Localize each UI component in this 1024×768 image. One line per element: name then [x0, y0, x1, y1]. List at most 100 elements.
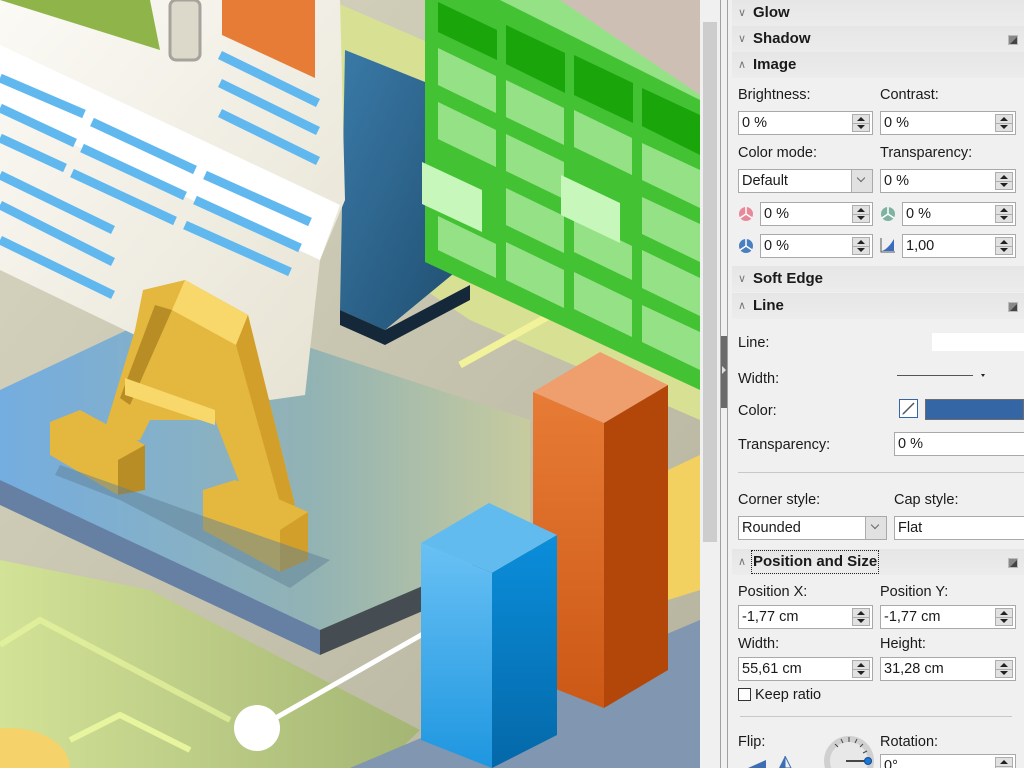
- rotation-spinbox[interactable]: 0°: [880, 754, 1016, 768]
- collapse-sidebar-handle[interactable]: [721, 336, 727, 408]
- blue-spinbox[interactable]: 0 %: [760, 234, 873, 258]
- spin-up-icon[interactable]: [1000, 175, 1008, 179]
- spin-up-icon[interactable]: [857, 663, 865, 667]
- chevron-down-icon: ∨: [738, 266, 746, 292]
- document-canvas[interactable]: [0, 0, 700, 768]
- position-y-spinbox[interactable]: -1,77 cm: [880, 605, 1016, 629]
- brightness-spinbox[interactable]: 0 %: [738, 111, 873, 135]
- color-mode-label: Color mode:: [738, 145, 817, 161]
- rotation-dial[interactable]: [824, 735, 874, 768]
- spin-buttons[interactable]: [995, 172, 1013, 190]
- illustration-image[interactable]: [0, 0, 700, 768]
- flip-vertical-icon[interactable]: [748, 758, 768, 768]
- chevron-down-icon: ∨: [738, 0, 746, 26]
- spin-up-icon[interactable]: [1000, 240, 1008, 244]
- more-options-icon[interactable]: [1008, 35, 1018, 45]
- keep-ratio-label[interactable]: Keep ratio: [755, 687, 821, 703]
- contrast-spinbox[interactable]: 0 %: [880, 111, 1016, 135]
- section-header-shadow[interactable]: ∨ Shadow: [732, 26, 1024, 52]
- line-style-label: Line:: [738, 335, 769, 351]
- spin-up-icon[interactable]: [857, 611, 865, 615]
- spin-buttons[interactable]: [852, 205, 870, 223]
- cap-style-dropdown[interactable]: Flat: [894, 516, 1024, 540]
- spin-up-icon[interactable]: [857, 208, 865, 212]
- spin-down-icon[interactable]: [1000, 619, 1008, 623]
- section-title: Image: [753, 52, 796, 78]
- spin-up-icon[interactable]: [1000, 663, 1008, 667]
- chevron-up-icon: ∧: [738, 52, 746, 78]
- line-color-swatch[interactable]: [925, 399, 1024, 420]
- corner-style-dropdown[interactable]: Rounded: [738, 516, 887, 540]
- spin-buttons[interactable]: [995, 757, 1013, 768]
- canvas-vertical-scrollbar[interactable]: [700, 0, 720, 768]
- rotation-value: 0°: [884, 758, 898, 768]
- gamma-spinbox[interactable]: 1,00: [902, 234, 1016, 258]
- spin-buttons[interactable]: [852, 660, 870, 678]
- spin-down-icon[interactable]: [1000, 671, 1008, 675]
- section-header-image[interactable]: ∧ Image: [732, 52, 1024, 78]
- scrollbar-thumb[interactable]: [703, 22, 717, 542]
- red-spinbox[interactable]: 0 %: [760, 202, 873, 226]
- spin-down-icon[interactable]: [1000, 183, 1008, 187]
- spin-buttons[interactable]: [995, 205, 1013, 223]
- spin-down-icon[interactable]: [857, 619, 865, 623]
- spin-up-icon[interactable]: [1000, 611, 1008, 615]
- section-header-position-size[interactable]: ∧ Position and Size: [732, 549, 1024, 575]
- keep-ratio-checkbox[interactable]: [738, 688, 751, 701]
- dropdown-button[interactable]: [851, 170, 872, 192]
- spin-up-icon[interactable]: [857, 240, 865, 244]
- spin-buttons[interactable]: [852, 114, 870, 132]
- contrast-value: 0 %: [884, 115, 909, 131]
- color-mode-dropdown[interactable]: Default: [738, 169, 873, 193]
- spin-up-icon[interactable]: [1000, 760, 1008, 764]
- spin-buttons[interactable]: [852, 608, 870, 626]
- spin-up-icon[interactable]: [1000, 208, 1008, 212]
- dropdown-button[interactable]: [865, 517, 886, 539]
- spin-up-icon[interactable]: [1000, 117, 1008, 121]
- section-header-glow[interactable]: ∨ Glow: [732, 0, 1024, 26]
- spin-down-icon[interactable]: [857, 125, 865, 129]
- spin-buttons[interactable]: [995, 114, 1013, 132]
- spin-buttons[interactable]: [852, 237, 870, 255]
- spin-down-icon[interactable]: [857, 248, 865, 252]
- rotation-label: Rotation:: [880, 734, 938, 750]
- spin-down-icon[interactable]: [857, 671, 865, 675]
- line-width-dropdown[interactable]: [897, 365, 987, 383]
- red-value: 0 %: [764, 206, 789, 222]
- red-channel-icon: [738, 206, 754, 222]
- spin-buttons[interactable]: [995, 660, 1013, 678]
- section-header-soft-edge[interactable]: ∨ Soft Edge: [732, 266, 1024, 292]
- image-transparency-value: 0 %: [884, 173, 909, 189]
- line-color-picker-button[interactable]: [899, 399, 918, 418]
- line-style-dropdown[interactable]: [932, 333, 1024, 351]
- position-x-spinbox[interactable]: -1,77 cm: [738, 605, 873, 629]
- spin-down-icon[interactable]: [1000, 216, 1008, 220]
- section-header-line[interactable]: ∧ Line: [732, 293, 1024, 319]
- spin-buttons[interactable]: [995, 237, 1013, 255]
- divider: [738, 472, 1024, 473]
- spin-down-icon[interactable]: [1000, 248, 1008, 252]
- more-options-icon[interactable]: [1008, 558, 1018, 568]
- green-spinbox[interactable]: 0 %: [902, 202, 1016, 226]
- width-spinbox[interactable]: 55,61 cm: [738, 657, 873, 681]
- spin-down-icon[interactable]: [1000, 125, 1008, 129]
- position-y-label: Position Y:: [880, 584, 948, 600]
- brightness-value: 0 %: [742, 115, 767, 131]
- doc-picture-frame: [170, 0, 200, 60]
- height-spinbox[interactable]: 31,28 cm: [880, 657, 1016, 681]
- width-label: Width:: [738, 636, 779, 652]
- more-options-icon[interactable]: [1008, 302, 1018, 312]
- flip-horizontal-icon[interactable]: [778, 756, 792, 768]
- section-title: Position and Size: [752, 551, 878, 573]
- spin-down-icon[interactable]: [857, 216, 865, 220]
- line-transparency-spinbox[interactable]: 0 %: [894, 432, 1024, 456]
- brightness-label: Brightness:: [738, 87, 811, 103]
- corner-style-label: Corner style:: [738, 492, 820, 508]
- spin-buttons[interactable]: [995, 608, 1013, 626]
- spin-up-icon[interactable]: [857, 117, 865, 121]
- contrast-label: Contrast:: [880, 87, 939, 103]
- sidebar-splitter[interactable]: [720, 0, 728, 768]
- gamma-value: 1,00: [906, 238, 934, 254]
- image-transparency-spinbox[interactable]: 0 %: [880, 169, 1016, 193]
- blue-bar: [421, 503, 557, 768]
